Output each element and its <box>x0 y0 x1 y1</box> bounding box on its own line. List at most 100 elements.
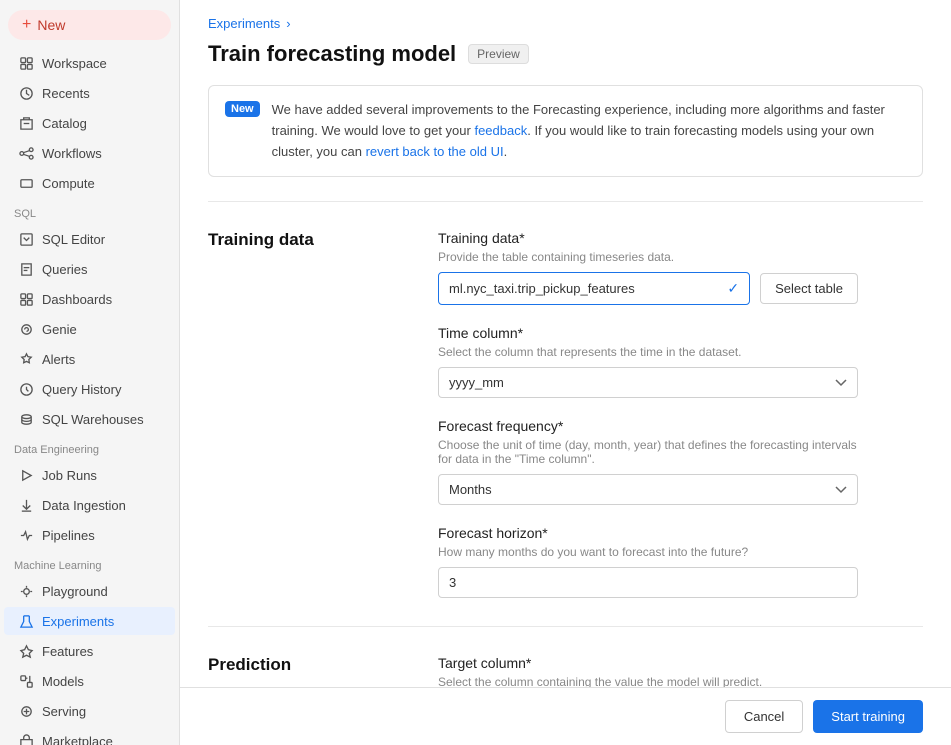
sidebar-item-pipelines[interactable]: Pipelines <box>4 521 175 549</box>
training-data-field: Training data* Provide the table contain… <box>438 230 858 305</box>
data-ingestion-icon <box>18 497 34 513</box>
forecast-horizon-input[interactable] <box>438 567 858 598</box>
sidebar-item-alerts[interactable]: Alerts <box>4 345 175 373</box>
query-history-label: Query History <box>42 382 121 397</box>
banner-feedback-link[interactable]: feedback <box>474 123 527 138</box>
experiments-icon <box>18 613 34 629</box>
job-runs-icon <box>18 467 34 483</box>
info-banner: New We have added several improvements t… <box>208 85 923 177</box>
sql-warehouses-icon <box>18 411 34 427</box>
pipelines-icon <box>18 527 34 543</box>
compute-icon <box>18 175 34 191</box>
compute-label: Compute <box>42 176 95 191</box>
features-icon <box>18 643 34 659</box>
alerts-icon <box>18 351 34 367</box>
banner-text: We have added several improvements to th… <box>272 100 906 162</box>
features-label: Features <box>42 644 93 659</box>
playground-icon <box>18 583 34 599</box>
check-icon: ✓ <box>727 280 739 297</box>
sidebar-item-playground[interactable]: Playground <box>4 577 175 605</box>
forecast-horizon-field: Forecast horizon* How many months do you… <box>438 525 858 598</box>
forecast-freq-label: Forecast frequency* <box>438 418 858 434</box>
select-table-button[interactable]: Select table <box>760 273 858 304</box>
data-ingestion-label: Data Ingestion <box>42 498 126 513</box>
dashboards-label: Dashboards <box>42 292 112 307</box>
start-training-button[interactable]: Start training <box>813 700 923 733</box>
queries-icon <box>18 261 34 277</box>
genie-label: Genie <box>42 322 77 337</box>
time-column-select[interactable]: yyyy_mm <box>438 367 858 398</box>
sidebar-item-genie[interactable]: Genie <box>4 315 175 343</box>
cancel-button[interactable]: Cancel <box>725 700 803 733</box>
sidebar-item-dashboards[interactable]: Dashboards <box>4 285 175 313</box>
sidebar-item-features[interactable]: Features <box>4 637 175 665</box>
sidebar-item-catalog[interactable]: Catalog <box>4 109 175 137</box>
experiments-label: Experiments <box>42 614 114 629</box>
sidebar-item-workflows[interactable]: Workflows <box>4 139 175 167</box>
banner-new-badge: New <box>225 101 260 117</box>
sidebar: + New Workspace Recents Catalog Workflow… <box>0 0 180 745</box>
banner-revert-link[interactable]: revert back to the old UI <box>366 144 504 159</box>
breadcrumb-sep: › <box>286 16 290 31</box>
sql-editor-label: SQL Editor <box>42 232 105 247</box>
workspace-icon <box>18 55 34 71</box>
main-content-area: Experiments › Train forecasting model Pr… <box>180 0 951 745</box>
sidebar-item-models[interactable]: Models <box>4 667 175 695</box>
time-column-desc: Select the column that represents the ti… <box>438 345 858 359</box>
catalog-icon <box>18 115 34 131</box>
sql-warehouses-label: SQL Warehouses <box>42 412 144 427</box>
forecast-horizon-desc: How many months do you want to forecast … <box>438 545 858 559</box>
training-data-fields: Training data* Provide the table contain… <box>438 230 858 598</box>
query-history-icon <box>18 381 34 397</box>
sidebar-item-data-ingestion[interactable]: Data Ingestion <box>4 491 175 519</box>
new-label: New <box>37 17 65 33</box>
alerts-label: Alerts <box>42 352 75 367</box>
sidebar-item-sql-warehouses[interactable]: SQL Warehouses <box>4 405 175 433</box>
breadcrumb-parent[interactable]: Experiments <box>208 16 280 31</box>
training-data-value-wrapper: ml.nyc_taxi.trip_pickup_features ✓ <box>438 272 750 305</box>
page-title: Train forecasting model <box>208 41 456 67</box>
ml-section-label: Machine Learning <box>0 550 179 576</box>
sidebar-item-job-runs[interactable]: Job Runs <box>4 461 175 489</box>
sidebar-item-workspace[interactable]: Workspace <box>4 49 175 77</box>
genie-icon <box>18 321 34 337</box>
training-data-section: Training data Training data* Provide the… <box>208 201 923 626</box>
footer: Cancel Start training <box>180 687 951 745</box>
sidebar-item-sql-editor[interactable]: SQL Editor <box>4 225 175 253</box>
sidebar-item-marketplace[interactable]: Marketplace <box>4 727 175 745</box>
preview-badge: Preview <box>468 44 529 64</box>
serving-label: Serving <box>42 704 86 719</box>
banner-text-after: . <box>504 144 508 159</box>
sidebar-item-experiments[interactable]: Experiments <box>4 607 175 635</box>
pipelines-label: Pipelines <box>42 528 95 543</box>
marketplace-label: Marketplace <box>42 734 113 745</box>
playground-label: Playground <box>42 584 108 599</box>
sidebar-item-serving[interactable]: Serving <box>4 697 175 725</box>
plus-icon: + <box>22 16 31 34</box>
de-section-label: Data Engineering <box>0 434 179 460</box>
workflows-label: Workflows <box>42 146 102 161</box>
new-button[interactable]: + New <box>8 10 171 40</box>
sidebar-item-compute[interactable]: Compute <box>4 169 175 197</box>
sql-editor-icon <box>18 231 34 247</box>
forecast-horizon-label: Forecast horizon* <box>438 525 858 541</box>
sidebar-item-queries[interactable]: Queries <box>4 255 175 283</box>
training-data-value: ml.nyc_taxi.trip_pickup_features <box>449 281 721 296</box>
workspace-label: Workspace <box>42 56 107 71</box>
job-runs-label: Job Runs <box>42 468 97 483</box>
breadcrumb: Experiments › <box>208 16 923 31</box>
training-data-label: Training data* <box>438 230 858 246</box>
dashboards-icon <box>18 291 34 307</box>
time-column-field: Time column* Select the column that repr… <box>438 325 858 398</box>
recents-icon <box>18 85 34 101</box>
sidebar-item-query-history[interactable]: Query History <box>4 375 175 403</box>
forecast-freq-select[interactable]: Months <box>438 474 858 505</box>
recents-label: Recents <box>42 86 90 101</box>
target-column-label: Target column* <box>438 655 858 671</box>
training-data-desc: Provide the table containing timeseries … <box>438 250 858 264</box>
forecast-freq-desc: Choose the unit of time (day, month, yea… <box>438 438 858 466</box>
sidebar-item-recents[interactable]: Recents <box>4 79 175 107</box>
forecast-freq-field: Forecast frequency* Choose the unit of t… <box>438 418 858 505</box>
workflows-icon <box>18 145 34 161</box>
models-icon <box>18 673 34 689</box>
